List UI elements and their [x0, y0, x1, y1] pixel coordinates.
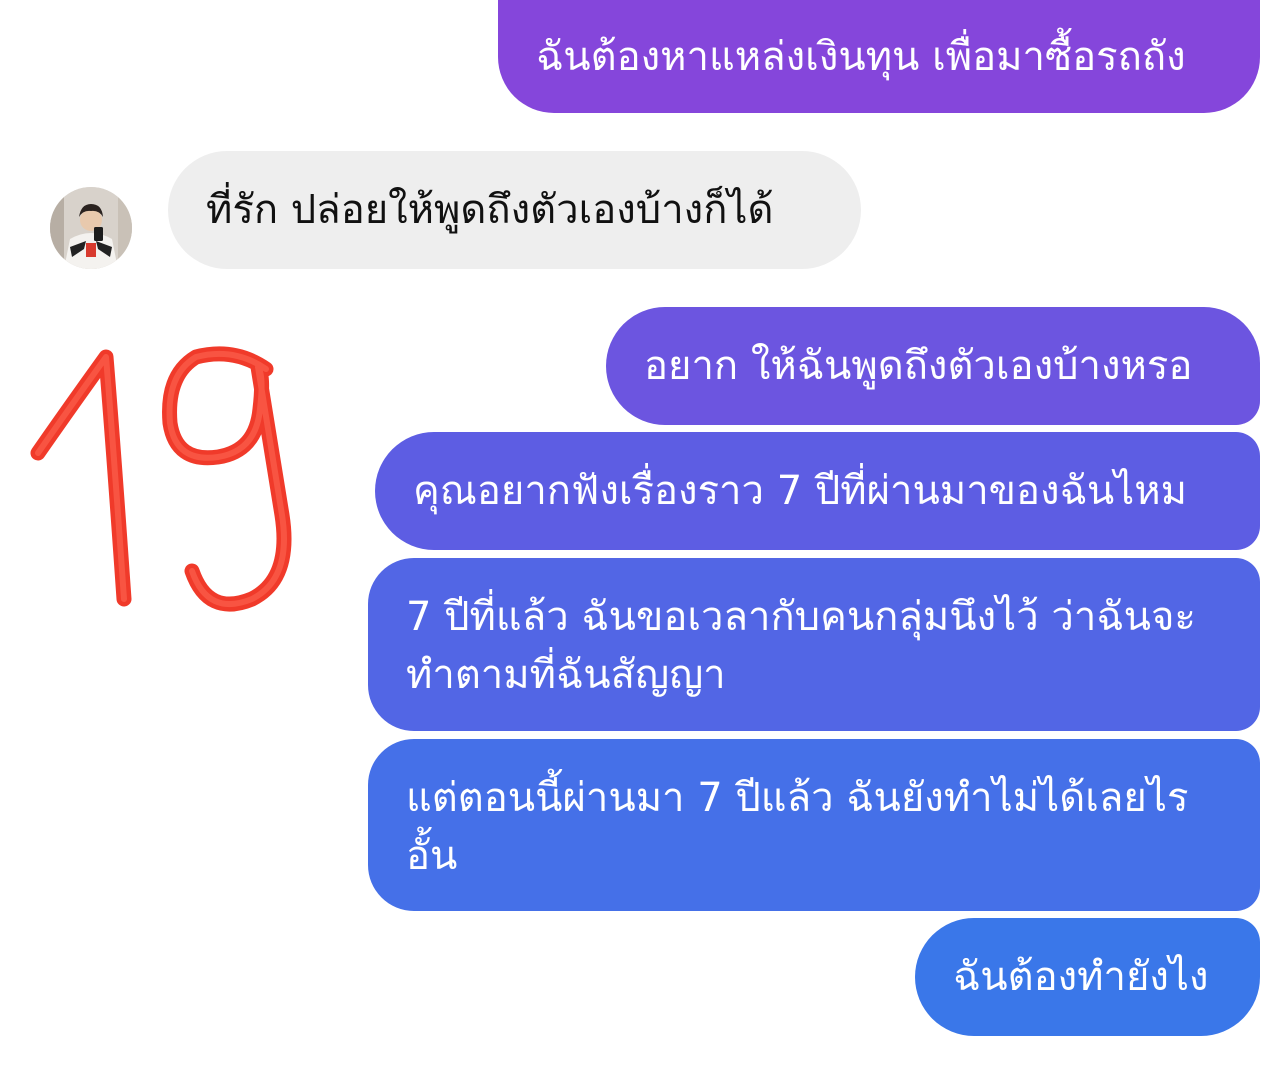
message-text: ฉันต้องหาแหล่งเงินทุน เพื่อมาซื้อรถถัง: [536, 33, 1186, 80]
contact-avatar[interactable]: [50, 187, 132, 269]
hand-drawn-19-annotation: 19: [30, 346, 292, 612]
message-bubble-outgoing[interactable]: อยาก ให้ฉันพูดถึงตัวเองบ้างหรอ: [606, 307, 1260, 425]
message-bubble-outgoing[interactable]: 7 ปีที่แล้ว ฉันขอเวลากับคนกลุ่มนึงไว้ ว่…: [368, 558, 1260, 731]
message-text: ที่รัก ปล่อยให้พูดถึงตัวเองบ้างก็ได้: [206, 187, 774, 233]
message-text: แต่ตอนนี้ผ่านมา 7 ปีแล้ว ฉันยังทำไม่ได้เ…: [406, 775, 1189, 879]
profile-photo-icon: [50, 187, 132, 269]
message-bubble-outgoing[interactable]: แต่ตอนนี้ผ่านมา 7 ปีแล้ว ฉันยังทำไม่ได้เ…: [368, 739, 1260, 911]
message-text: ฉันต้องทำยังไง: [953, 954, 1209, 1000]
message-bubble-outgoing[interactable]: คุณอยากฟังเรื่องราว 7 ปีที่ผ่านมาของฉันไ…: [375, 432, 1260, 550]
message-text: 7 ปีที่แล้ว ฉันขอเวลากับคนกลุ่มนึงไว้ ว่…: [406, 594, 1196, 698]
message-text: คุณอยากฟังเรื่องราว 7 ปีที่ผ่านมาของฉันไ…: [413, 468, 1188, 514]
message-bubble-outgoing[interactable]: ฉันต้องหาแหล่งเงินทุน เพื่อมาซื้อรถถัง: [498, 0, 1260, 113]
message-bubble-outgoing[interactable]: ฉันต้องทำยังไง: [915, 918, 1260, 1036]
message-bubble-incoming[interactable]: ที่รัก ปล่อยให้พูดถึงตัวเองบ้างก็ได้: [168, 151, 861, 269]
message-text: อยาก ให้ฉันพูดถึงตัวเองบ้างหรอ: [644, 343, 1193, 389]
